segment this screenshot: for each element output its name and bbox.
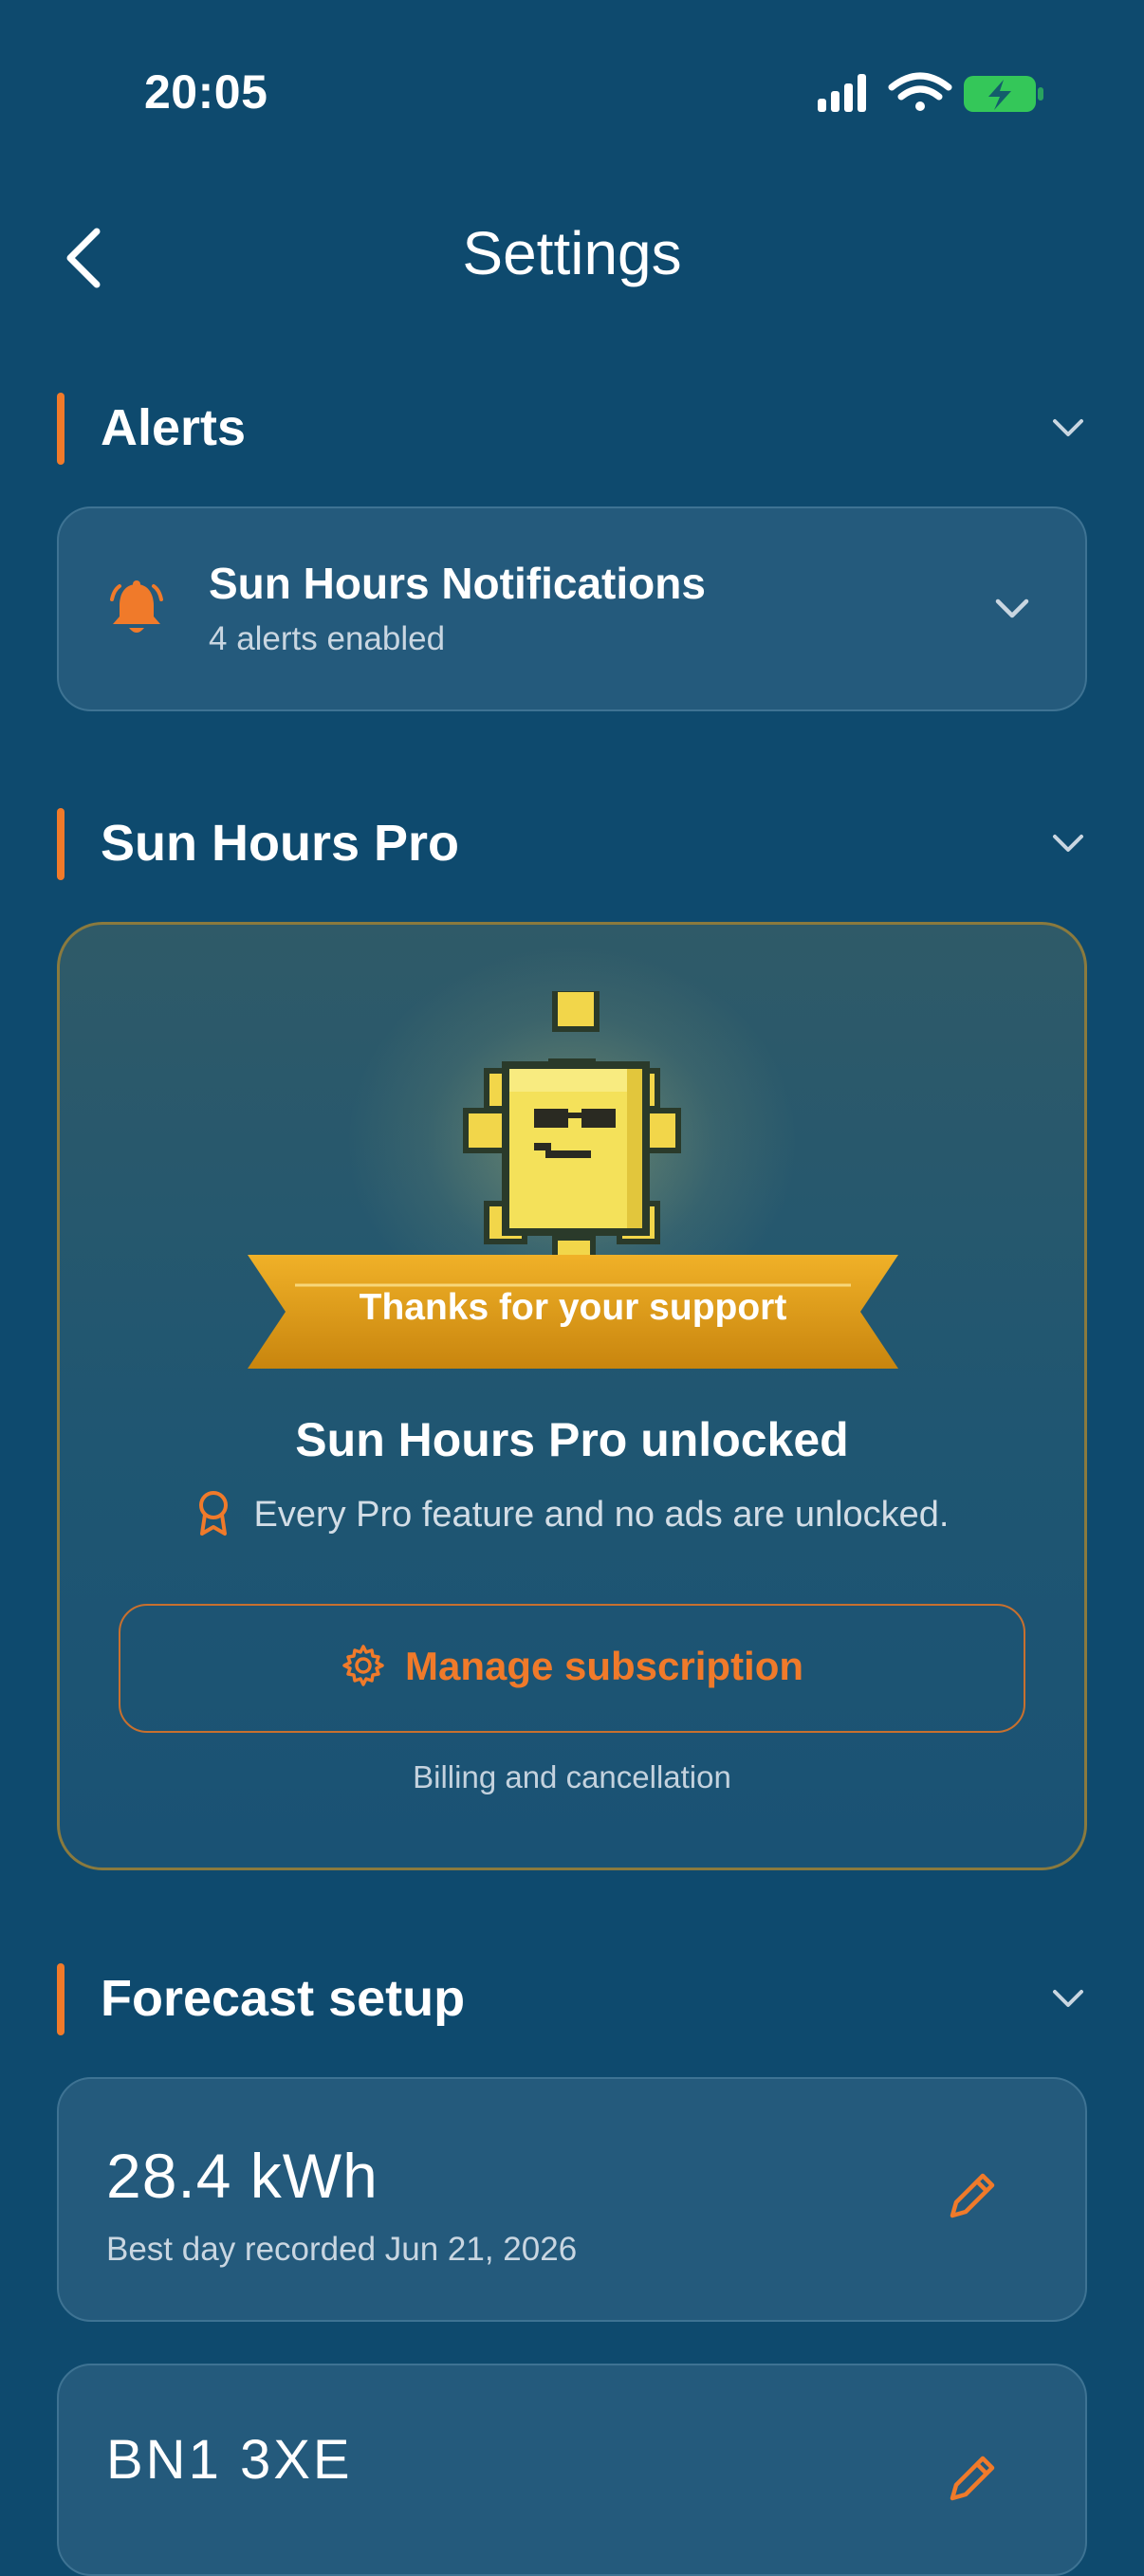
- pro-description-row: Every Pro feature and no ads are unlocke…: [60, 1491, 1084, 1541]
- pencil-icon[interactable]: [943, 2451, 1000, 2508]
- award-ribbon-icon: [199, 1491, 229, 1536]
- best-day-value: 28.4 kWh: [106, 2141, 378, 2211]
- pencil-icon[interactable]: [943, 2168, 1000, 2225]
- section-accent-bar: [57, 808, 65, 880]
- section-header-forecast[interactable]: Forecast setup: [57, 1960, 1087, 2035]
- battery-charging-icon: [964, 76, 1043, 112]
- status-time: 20:05: [144, 65, 268, 119]
- best-day-label: Best day recorded Jun 21, 2026: [106, 2231, 578, 2268]
- section-accent-bar: [57, 393, 65, 465]
- chevron-down-icon[interactable]: [1049, 823, 1087, 861]
- pro-status-card: Thanks for your support Sun Hours Pro un…: [57, 922, 1087, 1870]
- pro-heading: Sun Hours Pro unlocked: [295, 1413, 849, 1466]
- section-title-pro: Sun Hours Pro: [101, 815, 460, 872]
- ribbon-label: Thanks for your support: [359, 1287, 787, 1328]
- section-title-alerts: Alerts: [101, 399, 247, 456]
- section-title-forecast: Forecast setup: [101, 1970, 466, 2027]
- sun-hours-notifications-card[interactable]: Sun Hours Notifications 4 alerts enabled: [57, 506, 1087, 711]
- bell-icon: [110, 580, 163, 633]
- alert-card-title: Sun Hours Notifications: [209, 559, 706, 608]
- page-title: Settings: [462, 219, 682, 287]
- best-day-card[interactable]: 28.4 kWh Best day recorded Jun 21, 2026: [57, 2077, 1087, 2322]
- signal-icon: [818, 74, 866, 112]
- chevron-down-icon[interactable]: [990, 586, 1034, 630]
- section-accent-bar: [57, 1963, 65, 2035]
- status-icons: [818, 72, 1043, 112]
- postcode-value: BN1 3XE: [106, 2429, 353, 2491]
- section-header-pro[interactable]: Sun Hours Pro: [57, 804, 1087, 880]
- wifi-icon: [888, 72, 952, 111]
- section-header-alerts[interactable]: Alerts: [57, 389, 1087, 465]
- sun-mascot-icon: [463, 991, 681, 1266]
- billing-note: Billing and cancellation: [413, 1759, 731, 1794]
- chevron-down-icon[interactable]: [1049, 1978, 1087, 2016]
- postcode-card[interactable]: BN1 3XE: [57, 2364, 1087, 2576]
- pro-description: Every Pro feature and no ads are unlocke…: [253, 1495, 950, 1536]
- alert-card-subtitle: 4 alerts enabled: [209, 620, 446, 657]
- manage-subscription-button[interactable]: Manage subscription: [119, 1604, 1025, 1733]
- gear-icon: [342, 1645, 384, 1686]
- chevron-down-icon[interactable]: [1049, 408, 1087, 446]
- manage-subscription-label: Manage subscription: [404, 1644, 804, 1688]
